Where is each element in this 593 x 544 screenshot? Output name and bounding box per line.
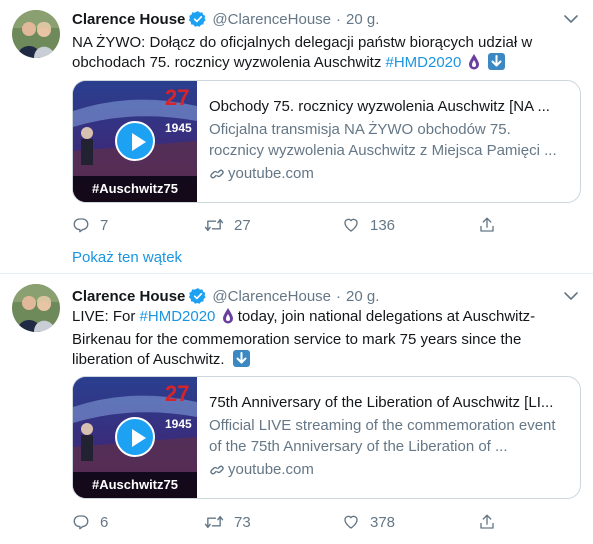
down-arrow-emoji-icon (487, 53, 505, 70)
timestamp[interactable]: 20 g. (346, 11, 379, 28)
link-icon (210, 465, 224, 475)
like-button[interactable]: 378 (342, 512, 395, 532)
reply-icon (73, 515, 89, 530)
tweet-text-before: NA ŻYWO: Dołącz do oficjalnych delegacji… (72, 34, 533, 71)
like-count: 378 (370, 513, 396, 531)
retweet-button[interactable]: 27 (204, 215, 251, 235)
hashtag-link[interactable]: #HMD2020 (140, 308, 216, 325)
separator: · (336, 287, 342, 305)
card-title: Obchody 75. rocznicy wyzwolenia Auschwit… (209, 98, 550, 115)
reply-button[interactable]: 6 (72, 512, 108, 532)
tweet-text-before: LIVE: For (72, 308, 140, 325)
card-domain: youtube.com (209, 164, 568, 184)
timestamp[interactable]: 20 g. (346, 288, 379, 305)
share-icon (480, 514, 494, 529)
thumbnail-year: 1945 (165, 121, 192, 135)
card-thumbnail: 27 1945 #Auschwitz75 (73, 377, 197, 498)
tweet-actions: 6 73 378 (72, 512, 502, 532)
thumbnail-hashtag: #Auschwitz75 (73, 176, 197, 202)
retweet-count: 27 (234, 216, 251, 234)
reply-icon (73, 218, 89, 233)
card-description: Official LIVE streaming of the commemora… (209, 417, 556, 455)
candle-emoji-icon (468, 53, 480, 76)
author-handle[interactable]: @ClarenceHouse (212, 11, 331, 28)
show-thread-link[interactable]: Pokaż ten wątek (72, 249, 182, 266)
chevron-down-icon[interactable] (563, 12, 579, 26)
link-card[interactable]: 27 1945 #Auschwitz75 Obchody 75. rocznic… (72, 80, 581, 203)
play-icon[interactable] (115, 121, 155, 161)
author-name[interactable]: Clarence House (72, 11, 185, 28)
card-title: 75th Anniversary of the Liberation of Au… (209, 394, 554, 411)
card-domain: youtube.com (209, 460, 568, 480)
like-button[interactable]: 136 (342, 215, 395, 235)
share-button[interactable] (478, 512, 496, 532)
card-thumbnail: 27 1945 #Auschwitz75 (73, 81, 197, 202)
retweet-icon (204, 218, 224, 232)
share-button[interactable] (478, 215, 496, 235)
reply-count: 6 (100, 513, 109, 531)
candle-emoji-icon (222, 307, 234, 330)
verified-badge-icon (189, 287, 207, 305)
reply-count: 7 (100, 216, 109, 234)
tweet[interactable]: Clarence House @ClarenceHouse · 20 g. LI… (0, 275, 593, 544)
author-name[interactable]: Clarence House (72, 288, 185, 305)
tweet-actions: 7 27 136 (72, 215, 502, 235)
thumbnail-year: 1945 (165, 417, 192, 431)
chevron-down-icon[interactable] (563, 289, 579, 303)
avatar[interactable] (12, 284, 60, 332)
heart-icon (344, 218, 358, 232)
avatar[interactable] (12, 10, 60, 58)
thumbnail-number: 27 (165, 381, 190, 406)
like-count: 136 (370, 216, 396, 234)
retweet-icon (204, 515, 224, 529)
down-arrow-emoji-icon (232, 350, 250, 367)
author-handle[interactable]: @ClarenceHouse (212, 288, 331, 305)
retweet-count: 73 (234, 513, 251, 531)
card-domain-text: youtube.com (228, 165, 314, 182)
play-icon[interactable] (115, 417, 155, 457)
share-icon (480, 217, 494, 232)
separator: · (336, 10, 342, 28)
card-description: Oficjalna transmisja NA ŻYWO obchodów 75… (209, 121, 557, 159)
thumbnail-number: 27 (165, 85, 190, 110)
thumbnail-hashtag: #Auschwitz75 (73, 472, 197, 498)
heart-icon (344, 515, 358, 529)
card-domain-text: youtube.com (228, 461, 314, 478)
link-icon (210, 169, 224, 179)
hashtag-link[interactable]: #HMD2020 (386, 54, 462, 71)
link-card[interactable]: 27 1945 #Auschwitz75 75th Anniversary of… (72, 376, 581, 499)
tweet-text: LIVE: For #HMD2020 today, join national … (72, 307, 582, 370)
tweet-text: NA ŻYWO: Dołącz do oficjalnych delegacji… (72, 33, 582, 76)
tweet[interactable]: Clarence House @ClarenceHouse · 20 g. NA… (0, 0, 593, 274)
reply-button[interactable]: 7 (72, 215, 108, 235)
retweet-button[interactable]: 73 (204, 512, 251, 532)
verified-badge-icon (189, 10, 207, 28)
